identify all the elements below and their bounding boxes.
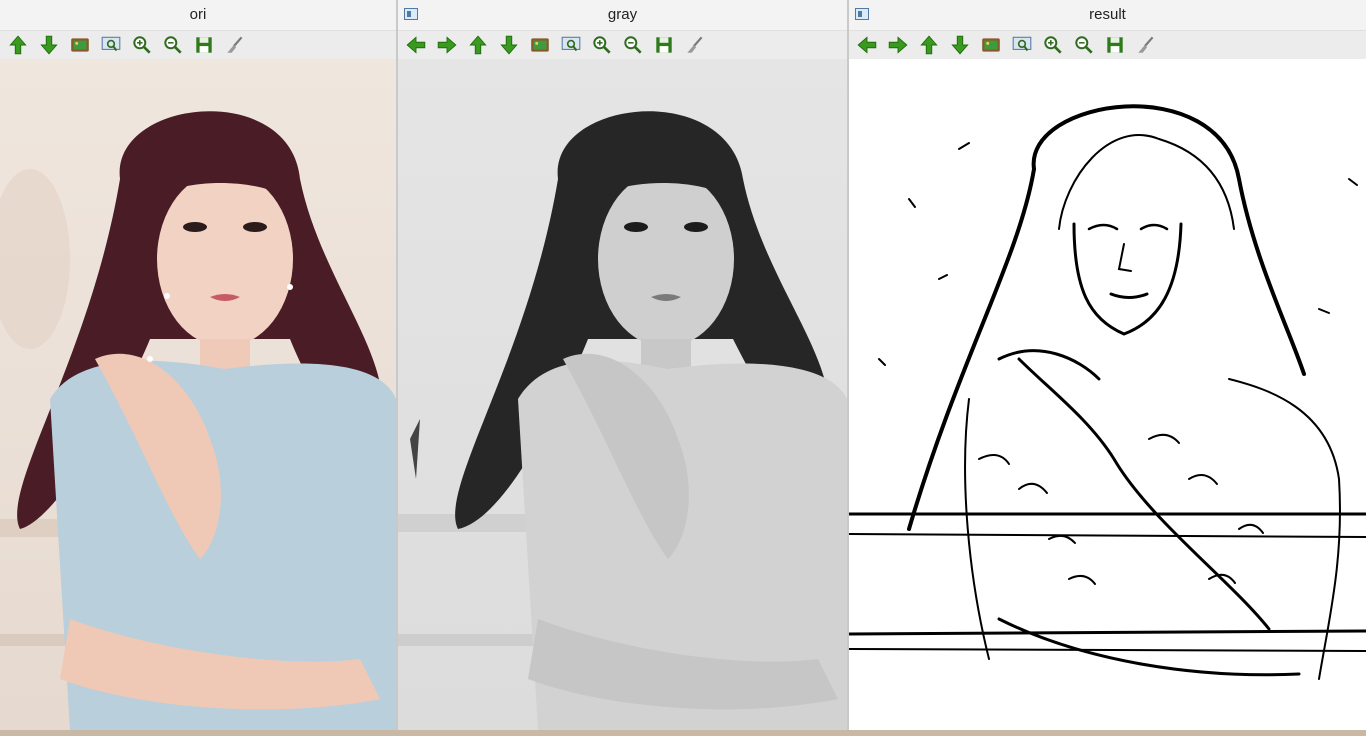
image-canvas[interactable] (0, 59, 396, 730)
image-canvas[interactable] (849, 59, 1366, 730)
zoom-out-icon (1074, 36, 1093, 54)
arrow-down-icon (950, 35, 969, 55)
pan-up-button[interactable] (2, 32, 33, 58)
properties-button[interactable] (1130, 32, 1161, 58)
window-result: result (849, 0, 1366, 730)
zoom-in-button[interactable] (126, 32, 157, 58)
title-bar[interactable]: ori (0, 0, 396, 31)
save-icon (195, 37, 212, 53)
zoom-fit-icon (561, 36, 580, 52)
properties-button[interactable] (679, 32, 710, 58)
zoom-fit-icon (101, 36, 120, 52)
image-icon (981, 38, 1000, 52)
arrow-down-icon (499, 35, 518, 55)
arrow-left-icon (857, 36, 876, 54)
zoom-fit-icon (1012, 36, 1031, 52)
arrow-up-icon (8, 35, 27, 55)
window-title: result (1089, 6, 1126, 23)
zoom-fit-button[interactable] (555, 32, 586, 58)
zoom-original-button[interactable] (975, 32, 1006, 58)
taskbar (0, 730, 1366, 736)
image-icon (70, 38, 89, 52)
zoom-original-button[interactable] (64, 32, 95, 58)
zoom-in-button[interactable] (586, 32, 617, 58)
zoom-in-icon (132, 36, 151, 54)
window-ori: ori (0, 0, 398, 730)
arrow-down-icon (39, 35, 58, 55)
arrow-up-icon (919, 35, 938, 55)
pan-left-button[interactable] (851, 32, 882, 58)
zoom-in-icon (592, 36, 611, 54)
brush-icon (226, 36, 242, 53)
zoom-fit-button[interactable] (1006, 32, 1037, 58)
toolbar (0, 31, 396, 59)
save-icon (1106, 37, 1123, 53)
zoom-in-button[interactable] (1037, 32, 1068, 58)
portrait-color-image (0, 111, 396, 730)
window-title: gray (607, 6, 638, 23)
pan-left-button[interactable] (400, 32, 431, 58)
image-canvas[interactable] (398, 59, 847, 730)
properties-button[interactable] (219, 32, 250, 58)
zoom-out-icon (163, 36, 182, 54)
zoom-out-button[interactable] (617, 32, 648, 58)
title-bar[interactable]: gray (398, 0, 847, 31)
window-title: ori (189, 6, 207, 23)
portrait-sketch-image (849, 104, 1366, 680)
zoom-fit-button[interactable] (95, 32, 126, 58)
zoom-out-icon (623, 36, 642, 54)
image-icon (530, 38, 549, 52)
pan-down-button[interactable] (493, 32, 524, 58)
zoom-out-button[interactable] (1068, 32, 1099, 58)
pan-right-button[interactable] (431, 32, 462, 58)
pan-down-button[interactable] (944, 32, 975, 58)
brush-icon (1137, 36, 1153, 53)
arrow-up-icon (468, 35, 487, 55)
zoom-out-button[interactable] (157, 32, 188, 58)
save-button[interactable] (1099, 32, 1130, 58)
arrow-left-icon (406, 36, 425, 54)
pan-up-button[interactable] (462, 32, 493, 58)
pan-up-button[interactable] (913, 32, 944, 58)
brush-icon (686, 36, 702, 53)
save-button[interactable] (188, 32, 219, 58)
pan-right-button[interactable] (882, 32, 913, 58)
portrait-gray-image (398, 111, 847, 730)
arrow-right-icon (888, 36, 907, 54)
toolbar (398, 31, 847, 59)
zoom-original-button[interactable] (524, 32, 555, 58)
save-button[interactable] (648, 32, 679, 58)
toolbar (849, 31, 1366, 59)
title-bar[interactable]: result (849, 0, 1366, 31)
window-gray: gray (398, 0, 849, 730)
pan-down-button[interactable] (33, 32, 64, 58)
arrow-right-icon (437, 36, 456, 54)
save-icon (655, 37, 672, 53)
zoom-in-icon (1043, 36, 1062, 54)
